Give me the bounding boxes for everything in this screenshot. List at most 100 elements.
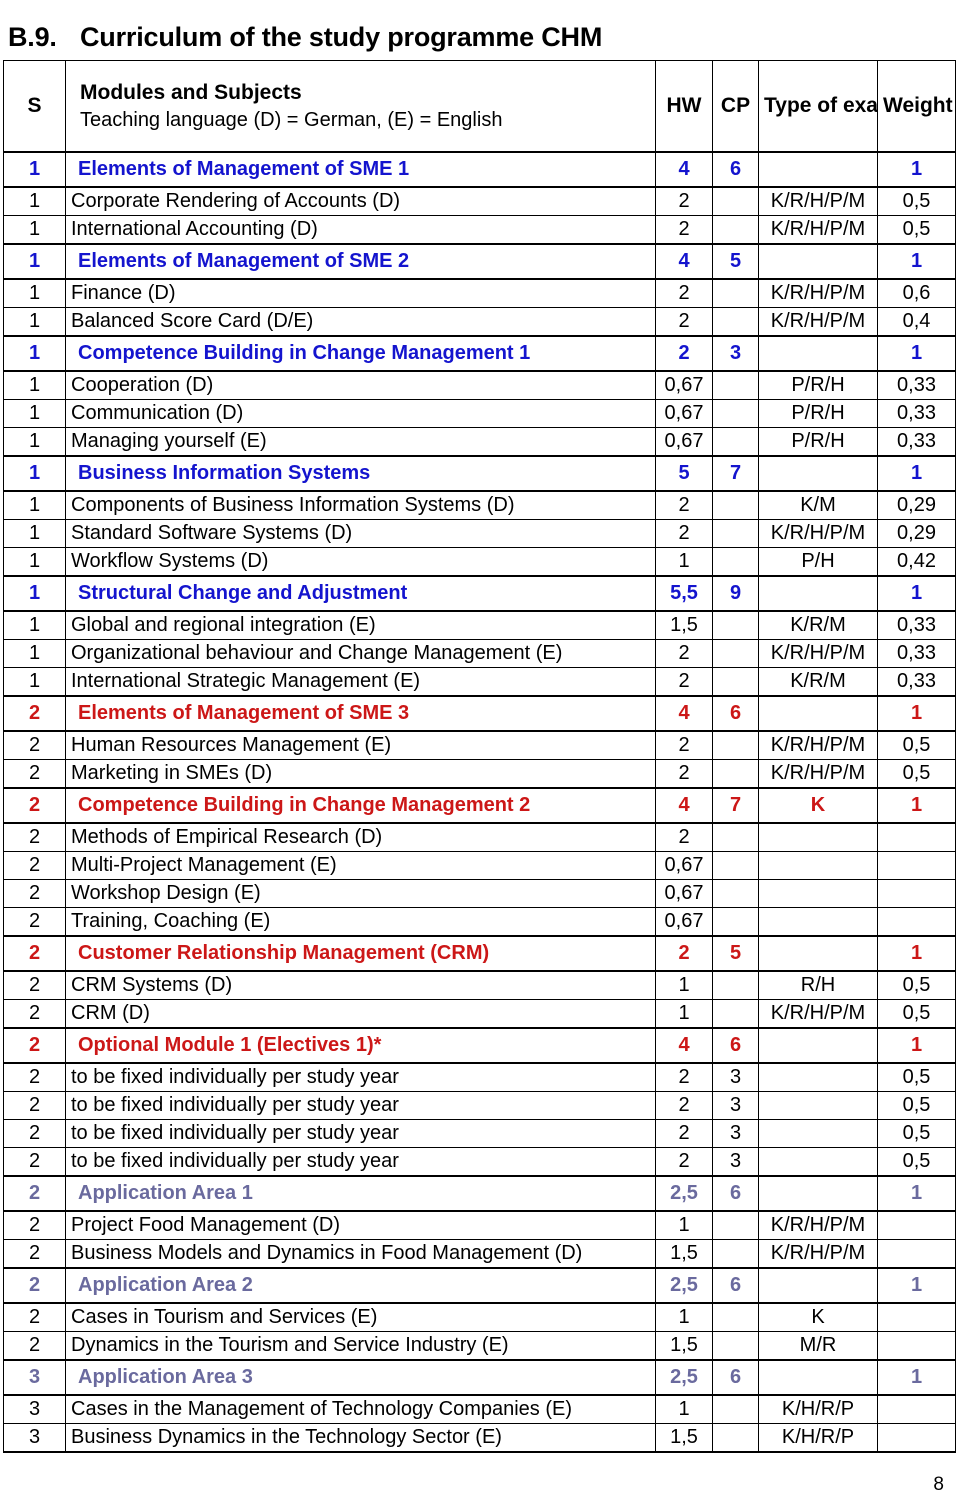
column-header-semester: S [3,60,66,153]
cell-hw: 2,5 [655,1175,713,1212]
cell-hw: 1 [655,971,713,1000]
cell-weight: 0,5 [877,759,956,789]
subject-row: 1 Standard Software Systems (D) 2 K/R/H/P/M… [3,519,956,548]
cell-weight [877,1331,956,1361]
module-row: 3 Application Area 3 2,5 6 1 [3,1359,956,1396]
cell-weight [877,851,956,880]
cell-hw: 0,67 [655,851,713,880]
cell-type-of-exam: P/R/H [758,371,878,400]
cell-semester: 3 [3,1423,66,1453]
cell-cp [712,1211,759,1240]
cell-cp [712,971,759,1000]
cell-weight: 1 [877,335,956,372]
cell-semester: 2 [3,1147,66,1177]
subject-row: 2 Workshop Design (E) 0,67 [3,879,956,908]
subject-row: 2 Project Food Management (D) 1 K/R/H/P/M [3,1211,956,1240]
cell-type-of-exam: P/R/H [758,399,878,428]
cell-hw: 2 [655,215,713,245]
cell-semester: 1 [3,279,66,308]
subject-row: 1 Corporate Rendering of Accounts (D) 2 K/R… [3,187,956,216]
subject-row: 2 CRM Systems (D) 1 R/H 0,5 [3,971,956,1000]
cell-semester: 1 [3,639,66,668]
cell-type-of-exam [758,1175,878,1212]
cell-semester: 2 [3,787,66,824]
module-row: 2 Application Area 1 2,5 6 1 [3,1175,956,1212]
cell-semester: 2 [3,759,66,789]
cell-weight: 1 [877,935,956,972]
cell-cp [712,279,759,308]
cell-hw: 4 [655,151,713,188]
module-row: 2 Customer Relationship Management (CRM) 2… [3,935,956,972]
subject-row: 1 Cooperation (D) 0,67 P/R/H 0,33 [3,371,956,400]
cell-weight: 0,4 [877,307,956,337]
subject-row: 1 International Strategic Management (E) 2… [3,667,956,697]
subject-row: 2 Cases in Tourism and Services (E) 1 K [3,1303,956,1332]
cell-weight: 0,5 [877,999,956,1029]
cell-semester: 2 [3,1063,66,1092]
cell-cp: 7 [712,787,759,824]
cell-subject: Cooperation (D) [65,371,656,400]
cell-hw: 2 [655,491,713,520]
cell-type-of-exam: M/R [758,1331,878,1361]
subject-row: 1 Managing yourself (E) 0,67 P/R/H 0,33 [3,427,956,457]
cell-type-of-exam [758,1119,878,1148]
cell-weight: 0,6 [877,279,956,308]
cell-type-of-exam: K [758,787,878,824]
cell-cp [712,519,759,548]
cell-weight [877,1211,956,1240]
cell-semester: 1 [3,575,66,612]
cell-weight: 1 [877,1175,956,1212]
cell-hw: 0,67 [655,879,713,908]
cell-weight: 0,33 [877,427,956,457]
cell-hw: 2 [655,519,713,548]
curriculum-table-container: S Modules and Subjects Teaching language… [3,60,956,1453]
cell-weight: 1 [877,1359,956,1396]
cell-hw: 2 [655,187,713,216]
cell-cp [712,371,759,400]
cell-type-of-exam: K/R/M [758,611,878,640]
cell-cp: 5 [712,935,759,972]
cell-subject: International Strategic Management (E) [65,667,656,697]
cell-hw: 5 [655,455,713,492]
cell-weight: 0,29 [877,519,956,548]
subject-row: 2 Marketing in SMEs (D) 2 K/R/H/P/M 0,5 [3,759,956,789]
cell-weight: 0,5 [877,215,956,245]
column-header-subjects-line2: Teaching language (D) = German, (E) = En… [80,109,503,132]
column-header-subjects-line1: Modules and Subjects [80,80,302,104]
cell-cp [712,1303,759,1332]
cell-type-of-exam: K/R/H/P/M [758,187,878,216]
cell-semester: 2 [3,999,66,1029]
cell-hw: 1,5 [655,1423,713,1453]
cell-semester: 2 [3,907,66,937]
cell-hw: 2 [655,667,713,697]
module-row: 2 Application Area 2 2,5 6 1 [3,1267,956,1304]
subject-row: 1 Finance (D) 2 K/R/H/P/M 0,6 [3,279,956,308]
cell-semester: 1 [3,187,66,216]
cell-cp: 6 [712,1027,759,1064]
cell-cp [712,759,759,789]
module-row: 1 Business Information Systems 5 7 1 [3,455,956,492]
cell-type-of-exam [758,335,878,372]
cell-type-of-exam: K/R/H/P/M [758,639,878,668]
cell-weight: 1 [877,1267,956,1304]
module-row: 1 Elements of Management of SME 1461 [3,151,956,188]
cell-cp [712,879,759,908]
cell-hw: 4 [655,1027,713,1064]
cell-type-of-exam: K/R/H/P/M [758,731,878,760]
cell-subject: Methods of Empirical Research (D) [65,823,656,852]
cell-hw: 1,5 [655,1239,713,1269]
cell-hw: 0,67 [655,907,713,937]
cell-semester: 1 [3,307,66,337]
cell-subject: CRM (D) [65,999,656,1029]
subject-row: 1 International Accounting (D) 2 K/R/H/P/M 0… [3,215,956,245]
cell-subject: Workflow Systems (D) [65,547,656,577]
subject-row: 2 Methods of Empirical Research (D) 2 [3,823,956,852]
cell-weight: 0,5 [877,187,956,216]
cell-hw: 2 [655,335,713,372]
subject-row: 2 CRM (D) 1 K/R/H/P/M 0,5 [3,999,956,1029]
subject-row: 2 to be fixed individually per study year… [3,1063,956,1092]
cell-subject: Communication (D) [65,399,656,428]
cell-subject: Multi-Project Management (E) [65,851,656,880]
cell-cp [712,215,759,245]
cell-cp: 3 [712,1147,759,1177]
